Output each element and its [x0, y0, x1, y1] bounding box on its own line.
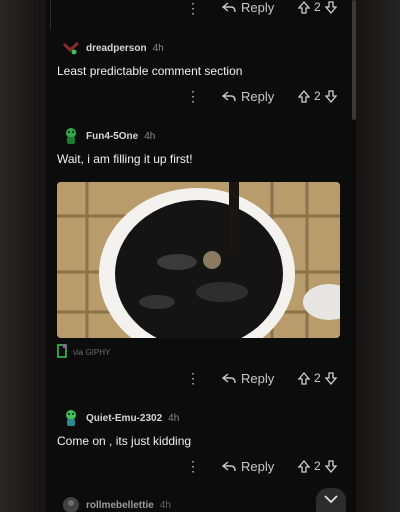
upvote-arrow-icon[interactable]	[298, 371, 310, 385]
coffee-cup-image	[57, 182, 340, 338]
comment-text: Come on , its just kidding	[57, 434, 192, 448]
comment-header: rollmebellettie 4h	[62, 496, 171, 512]
thread-line	[50, 0, 51, 30]
downvote-arrow-icon[interactable]	[324, 459, 337, 473]
scroll-down-button[interactable]	[316, 488, 346, 512]
giphy-attribution[interactable]: via GIPHY	[57, 344, 110, 360]
vote-control: 2	[298, 89, 337, 103]
vote-control: 2	[298, 0, 337, 14]
reply-arrow-icon	[222, 372, 236, 385]
comment-age: 4h	[152, 42, 164, 54]
reply-button[interactable]: Reply	[222, 89, 274, 104]
username[interactable]: dreadperson	[86, 43, 147, 54]
upvote-arrow-icon[interactable]	[298, 0, 310, 14]
chevron-down-icon	[324, 491, 338, 509]
comment-text: Wait, i am filling it up first!	[57, 152, 193, 166]
vote-control: 2	[298, 371, 337, 385]
username[interactable]: Fun4-5One	[86, 131, 138, 142]
comment-age: 4h	[159, 499, 171, 511]
reply-button[interactable]: Reply	[222, 371, 274, 386]
reply-label: Reply	[241, 0, 275, 15]
vote-control: 2	[298, 459, 337, 473]
vote-score: 2	[314, 371, 321, 385]
vote-score: 2	[314, 89, 321, 103]
vote-score: 2	[314, 0, 321, 14]
comment-text: Least predictable comment section	[57, 64, 243, 78]
more-options-icon[interactable]: ⋮	[186, 458, 200, 475]
reply-button[interactable]: Reply	[222, 0, 274, 15]
more-options-icon[interactable]: ⋮	[186, 0, 200, 17]
comment-header: Fun4-5One 4h	[62, 127, 155, 145]
username[interactable]: Quiet-Emu-2302	[86, 413, 162, 424]
reply-button[interactable]: Reply	[222, 459, 274, 474]
downvote-arrow-icon[interactable]	[324, 371, 337, 385]
comment-header: Quiet-Emu-2302 4h	[62, 409, 179, 427]
coffee-gif[interactable]	[57, 182, 340, 338]
downvote-arrow-icon[interactable]	[324, 89, 337, 103]
reply-label: Reply	[241, 371, 275, 386]
scrollbar[interactable]	[352, 0, 356, 120]
reply-label: Reply	[241, 459, 275, 474]
avatar[interactable]	[62, 127, 80, 145]
username[interactable]: rollmebellettie	[86, 500, 154, 511]
vote-score: 2	[314, 459, 321, 473]
avatar[interactable]	[62, 39, 80, 57]
comment-header: dreadperson 4h	[62, 39, 164, 57]
reply-label: Reply	[241, 89, 275, 104]
more-options-icon[interactable]: ⋮	[186, 370, 200, 387]
reply-arrow-icon	[222, 460, 236, 473]
more-options-icon[interactable]: ⋮	[186, 88, 200, 105]
upvote-arrow-icon[interactable]	[298, 89, 310, 103]
avatar[interactable]	[62, 496, 80, 512]
reply-arrow-icon	[222, 1, 236, 14]
upvote-arrow-icon[interactable]	[298, 459, 310, 473]
comment-age: 4h	[168, 412, 180, 424]
avatar[interactable]	[62, 409, 80, 427]
giphy-logo-icon	[57, 344, 67, 360]
comment-age: 4h	[144, 130, 156, 142]
reply-arrow-icon	[222, 90, 236, 103]
giphy-label: via GIPHY	[73, 347, 111, 357]
downvote-arrow-icon[interactable]	[324, 0, 337, 14]
